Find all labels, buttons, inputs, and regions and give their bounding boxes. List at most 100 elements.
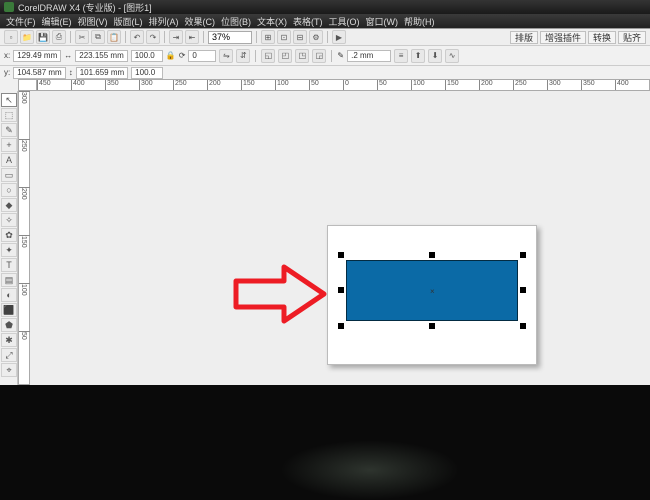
copy-icon[interactable]: ⧉ [91, 30, 105, 44]
tool-15[interactable]: ⬟ [1, 318, 17, 332]
separator [255, 50, 256, 62]
tool-13[interactable]: ◐ [1, 288, 17, 302]
separator [327, 31, 328, 43]
tool-1[interactable]: ⬚ [1, 108, 17, 122]
x-position[interactable]: 129.49 mm [13, 50, 61, 62]
mirror-h-icon[interactable]: ⇋ [219, 49, 233, 63]
h-label: ↕ [69, 68, 73, 77]
selection[interactable]: × [338, 252, 526, 329]
menu-help[interactable]: 帮助(H) [404, 15, 435, 28]
height-value[interactable]: 101.659 mm [76, 67, 128, 79]
x-label: x: [4, 51, 10, 60]
menu-edit[interactable]: 编辑(E) [42, 15, 72, 28]
typesetting-button[interactable]: 排版 [510, 31, 538, 44]
handle-bottom-middle[interactable] [429, 323, 435, 329]
width-value[interactable]: 223.155 mm [75, 50, 127, 62]
snap-icon[interactable]: ⊞ [261, 30, 275, 44]
corner-round-icon[interactable]: ◱ [261, 49, 275, 63]
canvas[interactable]: × [30, 91, 650, 385]
convert-curves-icon[interactable]: ∿ [445, 49, 459, 63]
paste-icon[interactable]: 📋 [107, 30, 121, 44]
property-bar-row2: y: 104.587 mm ↕ 101.659 mm 100.0 [0, 65, 650, 79]
options-icon[interactable]: ⚙ [309, 30, 323, 44]
redo-icon[interactable]: ↷ [146, 30, 160, 44]
launch-icon[interactable]: ▶ [332, 30, 346, 44]
grid-icon[interactable]: ⊡ [277, 30, 291, 44]
new-icon[interactable]: ▫ [4, 30, 18, 44]
handle-bottom-left[interactable] [338, 323, 344, 329]
menu-tools[interactable]: 工具(O) [329, 15, 360, 28]
handle-top-right[interactable] [520, 252, 526, 258]
guides-icon[interactable]: ⊟ [293, 30, 307, 44]
corner-chamfer-icon[interactable]: ◳ [295, 49, 309, 63]
tool-5[interactable]: ▭ [1, 168, 17, 182]
menu-file[interactable]: 文件(F) [6, 15, 36, 28]
scale-y[interactable]: 100.0 [131, 67, 163, 79]
menu-table[interactable]: 表格(T) [293, 15, 323, 28]
to-back-icon[interactable]: ⬇ [428, 49, 442, 63]
import-icon[interactable]: ⇥ [169, 30, 183, 44]
tool-16[interactable]: ✱ [1, 333, 17, 347]
undo-icon[interactable]: ↶ [130, 30, 144, 44]
convert-button[interactable]: 转换 [588, 31, 616, 44]
handle-middle-right[interactable] [520, 287, 526, 293]
app-window: CorelDRAW X4 (专业版) - [图形1] 文件(F) 编辑(E) 视… [0, 0, 650, 385]
tool-17[interactable]: ⤢ [1, 348, 17, 362]
ruler-row: 4504003503002502001501005005010015020025… [0, 79, 650, 91]
tool-12[interactable]: ▤ [1, 273, 17, 287]
tool-3[interactable]: + [1, 138, 17, 152]
horizontal-ruler[interactable]: 4504003503002502001501005005010015020025… [36, 79, 650, 91]
zoom-level[interactable]: 37% [208, 31, 252, 44]
separator [203, 31, 204, 43]
vertical-ruler[interactable]: 30025020015010050 [18, 91, 30, 385]
tool-8[interactable]: ✧ [1, 213, 17, 227]
tool-18[interactable]: ⌖ [1, 363, 17, 377]
tool-9[interactable]: ✿ [1, 228, 17, 242]
tool-0[interactable]: ↖ [1, 93, 17, 107]
property-bar: x: 129.49 mm ↔ 223.155 mm 100.0 🔒 ⟳ 0 ⇋ … [0, 45, 650, 65]
toolbox: ↖⬚✎+A▭○◆✧✿✦T▤◐⬛⬟✱⤢⌖ [0, 91, 18, 385]
tool-7[interactable]: ◆ [1, 198, 17, 212]
menu-effects[interactable]: 效果(C) [185, 15, 216, 28]
menu-text[interactable]: 文本(X) [257, 15, 287, 28]
tool-14[interactable]: ⬛ [1, 303, 17, 317]
tool-6[interactable]: ○ [1, 183, 17, 197]
handle-top-middle[interactable] [429, 252, 435, 258]
snap-button[interactable]: 贴齐 [618, 31, 646, 44]
menu-layout[interactable]: 版面(L) [114, 15, 143, 28]
main-area: ↖⬚✎+A▭○◆✧✿✦T▤◐⬛⬟✱⤢⌖ 30025020015010050 × [0, 91, 650, 385]
corner-relative-icon[interactable]: ◲ [312, 49, 326, 63]
menu-window[interactable]: 窗口(W) [366, 15, 399, 28]
tool-10[interactable]: ✦ [1, 243, 17, 257]
lock-ratio-icon[interactable]: 🔒 [166, 51, 176, 60]
mirror-v-icon[interactable]: ⇵ [236, 49, 250, 63]
handle-bottom-right[interactable] [520, 323, 526, 329]
cut-icon[interactable]: ✂ [75, 30, 89, 44]
save-icon[interactable]: 💾 [36, 30, 50, 44]
open-icon[interactable]: 📁 [20, 30, 34, 44]
enhance-plugin-button[interactable]: 增强插件 [540, 31, 586, 44]
menu-arrange[interactable]: 排列(A) [149, 15, 179, 28]
menu-bitmap[interactable]: 位图(B) [221, 15, 251, 28]
export-icon[interactable]: ⇤ [185, 30, 199, 44]
app-icon [4, 2, 14, 12]
tool-11[interactable]: T [1, 258, 17, 272]
to-front-icon[interactable]: ⬆ [411, 49, 425, 63]
outline-width[interactable]: .2 mm [347, 50, 391, 62]
separator [164, 31, 165, 43]
scale-x[interactable]: 100.0 [131, 50, 163, 62]
print-icon[interactable]: ⎙ [52, 30, 66, 44]
y-position[interactable]: 104.587 mm [13, 67, 65, 79]
corner-scallop-icon[interactable]: ◰ [278, 49, 292, 63]
separator [70, 31, 71, 43]
handle-middle-left[interactable] [338, 287, 344, 293]
glow [280, 440, 460, 500]
rotation[interactable]: 0 [188, 50, 216, 62]
menu-view[interactable]: 视图(V) [78, 15, 108, 28]
wrap-text-icon[interactable]: ≡ [394, 49, 408, 63]
tool-2[interactable]: ✎ [1, 123, 17, 137]
separator [256, 31, 257, 43]
handle-top-left[interactable] [338, 252, 344, 258]
outline-width-icon: ✎ [337, 51, 344, 60]
tool-4[interactable]: A [1, 153, 17, 167]
